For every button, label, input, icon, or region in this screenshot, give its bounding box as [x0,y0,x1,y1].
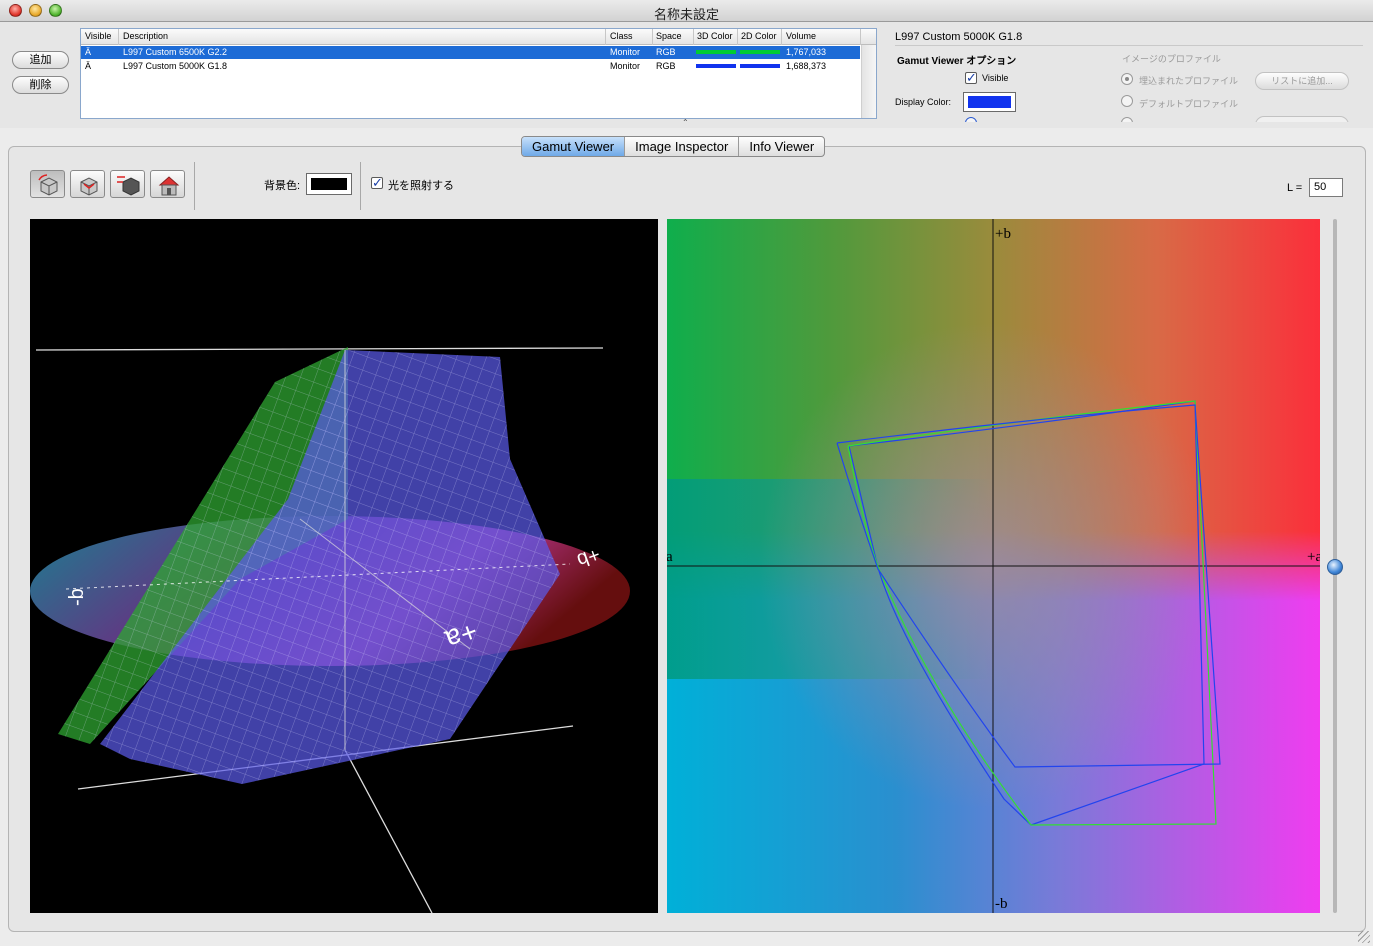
gamut-3d-view[interactable]: +a -b +b [30,219,658,913]
embedded-profile-label: 埋込まれたプロファイル [1139,76,1239,86]
row-volume: 1,688,373 [786,61,827,71]
table-row[interactable]: Ä L997 Custom 5000K G1.8 Monitor RGB 1,6… [81,60,860,73]
column-divider [652,29,653,45]
column-divider [693,29,694,45]
zoom-tool-button[interactable] [110,170,145,198]
tab-gamut-viewer[interactable]: Gamut Viewer [522,137,626,156]
gamut-3d-render: +a -b +b [30,347,630,913]
profile-name: L997 Custom 5000K G1.8 [895,31,1023,43]
move-cube-icon [80,177,98,196]
display-color-label: Display Color: [895,97,952,107]
table-header: Visible Description Class Space 3D Color… [81,29,876,45]
image-profile-title: イメージのプロファイル [1122,54,1221,64]
toolbar-divider [360,162,361,210]
column-divider [605,29,606,45]
gamut-options-title: Gamut Viewer オプション [897,56,1017,67]
remove-button[interactable]: 削除 [12,76,69,94]
radio-partial[interactable] [965,117,977,122]
row-space: RGB [656,47,676,57]
row-2d-color-swatch[interactable] [740,50,780,54]
lightness-input[interactable]: 50 [1309,178,1343,197]
default-profile-label: デフォルトプロファイル [1139,99,1239,109]
app-window: 名称未設定 追加 削除 Visible Description Class Sp… [0,0,1373,946]
lightness-slider-knob[interactable] [1327,559,1343,575]
display-color-well[interactable] [963,92,1016,112]
background-color-swatch [311,178,347,190]
l-axis-line [344,749,433,913]
table-scrollbar[interactable] [861,45,876,118]
radio-partial-2[interactable] [1121,117,1133,122]
row-visible[interactable]: Ä [85,47,91,57]
lightness-label: L = [1287,182,1303,194]
split-handle-icon[interactable]: ⌃ [682,118,689,127]
column-divider [737,29,738,45]
lighting-label: 光を照射する [388,180,454,192]
gamut-2d-plot: +b -b -a +a [667,219,1320,913]
display-color-swatch [968,96,1011,108]
row-class: Monitor [610,47,641,57]
title-bar[interactable]: 名称未設定 [0,0,1373,22]
row-2d-color-swatch[interactable] [740,64,780,68]
rotate-cube-icon [38,174,58,196]
embedded-profile-radio[interactable] [1121,73,1133,85]
column-header-class[interactable]: Class [610,31,633,41]
tab-bar: Gamut Viewer Image Inspector Info Viewer [521,136,826,157]
background-color-label: 背景色: [264,180,301,192]
profile-options-panel: L997 Custom 5000K G1.8 Gamut Viewer オプショ… [887,28,1373,122]
background-color-well[interactable] [306,173,352,195]
minus-a-axis-label: -a [667,549,673,565]
home-icon [158,176,180,196]
top-axis-line [35,347,604,351]
rotate-tool-button[interactable] [30,170,65,198]
plus-a-axis-label: +a [1307,549,1320,565]
panel-divider [895,45,1363,46]
table-row[interactable]: Ä L997 Custom 6500K G2.2 Monitor RGB 1,7… [81,46,860,59]
row-3d-color-swatch[interactable] [696,64,736,68]
plus-b-axis-label: +b [995,226,1011,242]
column-header-description[interactable]: Description [123,31,168,41]
row-space: RGB [656,61,676,71]
row-class: Monitor [610,61,641,71]
row-description: L997 Custom 6500K G2.2 [123,47,228,57]
move-tool-button[interactable] [70,170,105,198]
window-title: 名称未設定 [653,7,719,22]
visible-label: Visible [982,73,1009,83]
add-to-list-button[interactable]: リストに追加... [1255,72,1349,90]
column-header-visible[interactable]: Visible [85,31,111,41]
minus-b-label: -b [66,588,88,606]
tab-info-viewer[interactable]: Info Viewer [739,137,824,156]
column-divider [781,29,782,45]
column-divider [118,29,119,45]
visible-checkbox[interactable] [965,70,977,86]
column-header-3d-color[interactable]: 3D Color [697,31,733,41]
add-button[interactable]: 追加 [12,51,69,69]
home-view-button[interactable] [150,170,185,198]
partial-button[interactable] [1255,116,1349,122]
column-header-space[interactable]: Space [656,31,682,41]
gamut-2d-view[interactable]: +b -b -a +a [667,219,1320,913]
minus-b-axis-label: -b [995,896,1008,912]
lighting-checkbox[interactable] [371,175,383,191]
column-header-volume[interactable]: Volume [786,31,816,41]
zoom-cube-icon [117,176,140,196]
column-divider [860,29,861,45]
row-visible[interactable]: Ä [85,61,91,71]
tab-image-inspector[interactable]: Image Inspector [625,137,740,156]
row-volume: 1,767,033 [786,47,827,57]
resize-grip-icon[interactable] [1358,931,1370,943]
toolbar-divider [194,162,195,210]
row-description: L997 Custom 5000K G1.8 [123,61,228,71]
default-profile-radio[interactable] [1121,95,1133,107]
profile-table: Visible Description Class Space 3D Color… [80,28,877,119]
row-3d-color-swatch[interactable] [696,50,736,54]
column-header-2d-color[interactable]: 2D Color [741,31,777,41]
